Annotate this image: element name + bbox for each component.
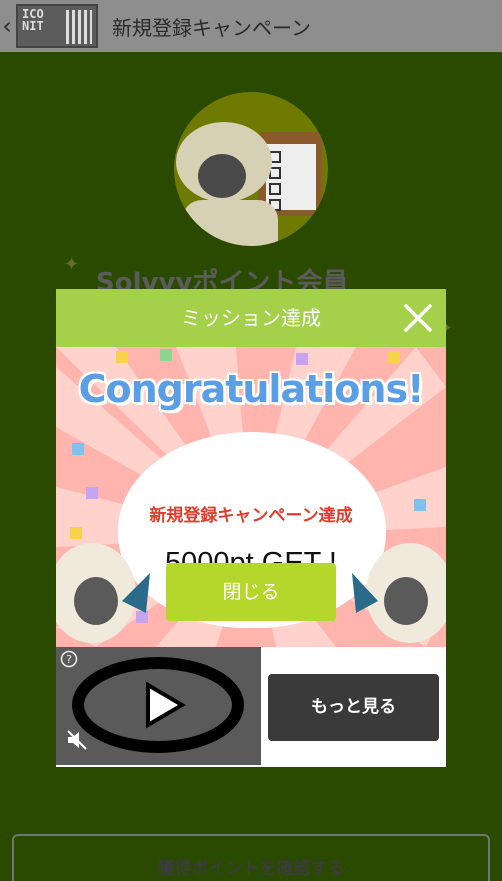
confetti <box>296 353 308 365</box>
confirm-points-button[interactable]: 獲得ポイントを確認する <box>12 834 490 881</box>
app-logo: ICO NIT <box>16 4 98 48</box>
video-player[interactable]: ? <box>56 647 261 765</box>
mute-icon[interactable] <box>66 729 90 751</box>
ad-section: ? もっと見る <box>56 647 446 767</box>
campaign-complete-text: 新規登録キャンペーン達成 <box>149 506 353 526</box>
confetti <box>388 351 400 363</box>
chevron-left-icon[interactable]: ‹ <box>0 0 14 52</box>
sheep-right-graphic <box>352 543 446 643</box>
congratulations-heading: Congratulations! <box>78 367 425 411</box>
modal-header: ミッション達成 <box>56 289 446 347</box>
sheep-avatar <box>174 92 328 246</box>
close-button[interactable]: 閉じる <box>166 563 336 621</box>
app-header: ‹ ICO NIT 新規登録キャンペーン <box>0 0 502 52</box>
confetti <box>86 487 98 499</box>
confetti <box>160 349 172 361</box>
sparkle-icon: ✦ <box>64 254 80 275</box>
confetti <box>116 351 128 363</box>
sheep-left-graphic <box>56 543 150 643</box>
mission-complete-modal: ミッション達成 Congratulations! 新規登録キャンペーン達成 閉じ… <box>56 289 446 767</box>
logo-text: ICO NIT <box>22 7 44 33</box>
play-icon[interactable] <box>72 657 244 753</box>
barcode-graphic <box>66 10 92 44</box>
see-more-button[interactable]: もっと見る <box>268 674 439 741</box>
page-title: 新規登録キャンペーン <box>112 15 311 40</box>
close-icon[interactable] <box>402 302 434 334</box>
confetti <box>72 443 84 455</box>
modal-title: ミッション達成 <box>181 306 321 330</box>
